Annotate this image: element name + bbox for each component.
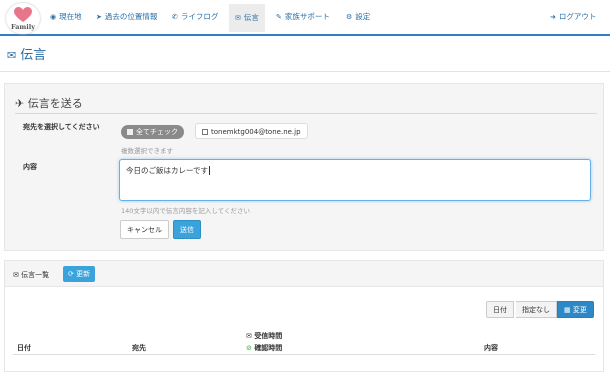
send-icon: ➤ [96, 13, 102, 21]
recipient-email: tonemktg004@tone.ne.jp [211, 128, 301, 136]
check-all-label: 全てチェック [136, 128, 178, 136]
nav-family-support[interactable]: ✎ 家族サポート [270, 7, 336, 27]
envelope-icon: ✉ [7, 49, 17, 62]
refresh-label: 更新 [76, 270, 91, 278]
nav-logout[interactable]: ➜ ログアウト [544, 7, 602, 27]
change-date-button[interactable]: ▦ 変更 [557, 301, 594, 318]
column-header-confirmed-time: ⊘ 確認時間 [246, 343, 282, 353]
change-label: 変更 [572, 306, 587, 314]
message-list-title: ✉ 伝言一覧 [13, 270, 49, 280]
recipient-label: 宛先を選択してください [23, 123, 100, 131]
received-time-label: 受信時間 [254, 332, 283, 340]
message-textarea[interactable]: 今日のご飯はカレーです [119, 159, 591, 201]
send-message-panel: ✈ 伝言を送る 宛先を選択してください 全てチェック tonemktg004@t… [4, 83, 604, 251]
nav-label: ログアウト [558, 12, 597, 21]
content-label: 内容 [23, 163, 37, 171]
column-header-date: 日付 [17, 344, 31, 352]
length-hint: 140文字以内で伝言内容を記入してください [121, 207, 251, 215]
nav-messages[interactable]: ✉ 伝言 [229, 4, 265, 32]
heart-icon [14, 7, 32, 22]
divider [15, 113, 597, 114]
table-header-divider [13, 354, 595, 355]
nav-label: 伝言 [243, 13, 259, 22]
cancel-button[interactable]: キャンセル [120, 220, 169, 239]
message-list-title-text: 伝言一覧 [21, 271, 50, 279]
location-icon: ◉ [50, 13, 57, 21]
date-filter-value[interactable]: 指定なし [516, 301, 557, 318]
refresh-icon: ⟳ [68, 270, 74, 278]
column-header-content: 内容 [484, 344, 498, 352]
gears-icon: ⚙ [346, 13, 353, 21]
message-list-header: ✉ 伝言一覧 ⟳ 更新 [5, 261, 603, 287]
checkbox-icon[interactable] [202, 129, 208, 135]
top-navbar: Family ◉ 現在地 ➤ 過去の位置情報 ✆ ライフログ ✉ 伝言 ✎ 家族サポート … [0, 0, 610, 36]
nav-current-location[interactable]: ◉ 現在地 [44, 7, 88, 27]
column-header-recipient: 宛先 [132, 344, 146, 352]
calendar-icon: ▦ [564, 306, 571, 314]
check-circle-icon: ⊘ [246, 344, 252, 352]
page-title: ✉ 伝言 [7, 44, 46, 63]
nav-label: 家族サポート [284, 12, 330, 21]
confirmed-time-label: 確認時間 [254, 344, 283, 352]
nav-past-locations[interactable]: ➤ 過去の位置情報 [90, 7, 163, 27]
column-header-received-time: ✉ 受信時間 [246, 331, 282, 341]
family-logo[interactable]: Family [6, 3, 40, 34]
divider [0, 71, 610, 72]
nav-label: 現在地 [59, 12, 82, 21]
send-button[interactable]: 送信 [173, 220, 201, 239]
nav-label: 設定 [355, 12, 371, 21]
paper-plane-icon: ✈ [15, 97, 25, 110]
check-all-button[interactable]: 全てチェック [121, 125, 184, 139]
logo-text: Family [10, 23, 36, 31]
logout-icon: ➜ [550, 13, 556, 21]
message-list-panel: ✉ 伝言一覧 ⟳ 更新 日付 指定なし ▦ 変更 日付 宛先 ✉ 受信時間 ⊘ … [4, 260, 604, 372]
nav-label: 過去の位置情報 [104, 12, 158, 21]
nav-lifelog[interactable]: ✆ ライフログ [166, 7, 224, 27]
send-panel-title: ✈ 伝言を送る [15, 95, 83, 111]
phone-icon: ✆ [172, 13, 178, 21]
recipient-checkbox[interactable]: tonemktg004@tone.ne.jp [195, 123, 308, 139]
text-cursor [209, 166, 211, 175]
page-title-text: 伝言 [20, 48, 47, 63]
send-panel-title-text: 伝言を送る [27, 97, 83, 110]
refresh-button[interactable]: ⟳ 更新 [63, 266, 96, 282]
envelope-icon: ✉ [13, 271, 19, 279]
envelope-icon: ✉ [246, 332, 252, 340]
message-text: 今日のご飯はカレーです [126, 166, 209, 175]
date-filter-label: 日付 [486, 301, 514, 318]
multi-select-hint: 複数選択できます [121, 147, 173, 155]
checkbox-icon [127, 129, 133, 135]
nav-label: ライフログ [180, 12, 219, 21]
envelope-icon: ✉ [235, 14, 241, 22]
nav-settings[interactable]: ⚙ 設定 [340, 7, 376, 27]
wrench-icon: ✎ [276, 13, 282, 21]
